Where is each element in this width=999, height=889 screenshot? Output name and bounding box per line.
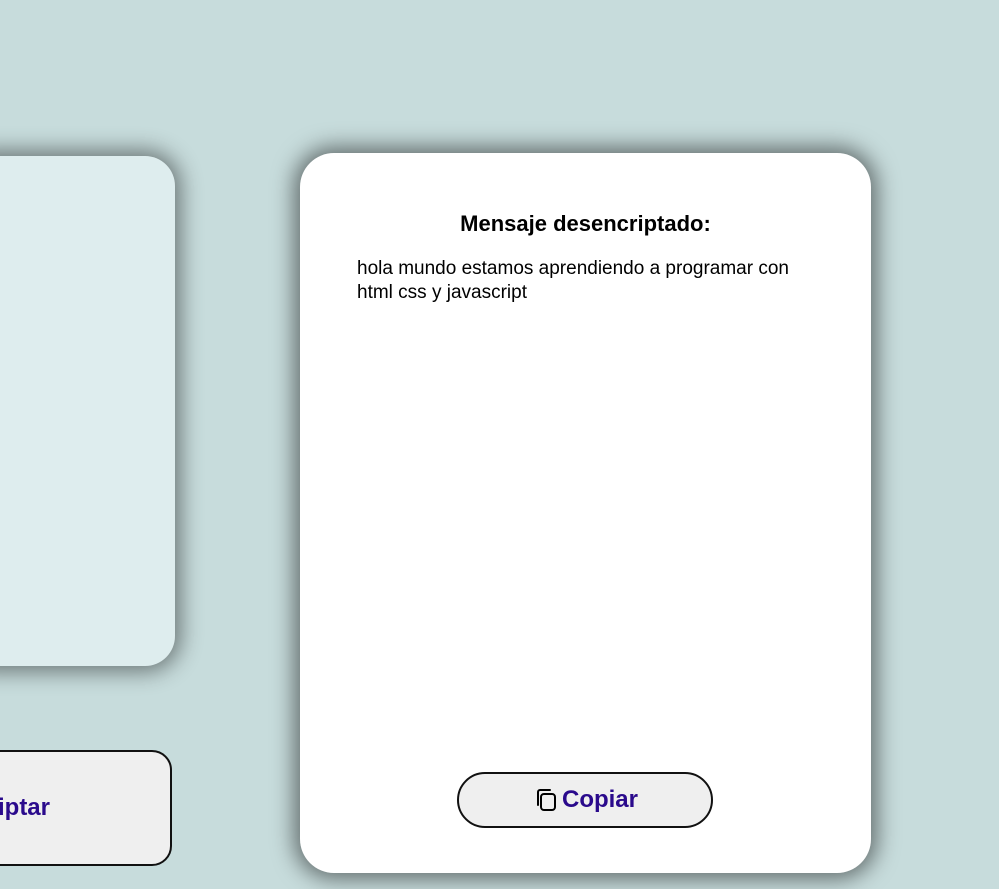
copy-button-label: Copiar xyxy=(561,786,638,813)
decrypt-button-label: iptar xyxy=(0,794,50,821)
page: iptar Mensaje desencriptado: hola mundo … xyxy=(0,0,999,889)
output-title: Mensaje desencriptado: xyxy=(460,211,711,236)
decrypted-message: hola mundo estamos aprendiendo a program… xyxy=(357,258,789,303)
output-panel: Mensaje desencriptado: hola mundo estamo… xyxy=(300,153,871,873)
decrypt-button[interactable]: iptar xyxy=(0,750,172,866)
copy-button[interactable]: Copiar xyxy=(457,772,713,828)
message-input-area[interactable] xyxy=(0,156,175,666)
copy-icon xyxy=(532,786,560,814)
